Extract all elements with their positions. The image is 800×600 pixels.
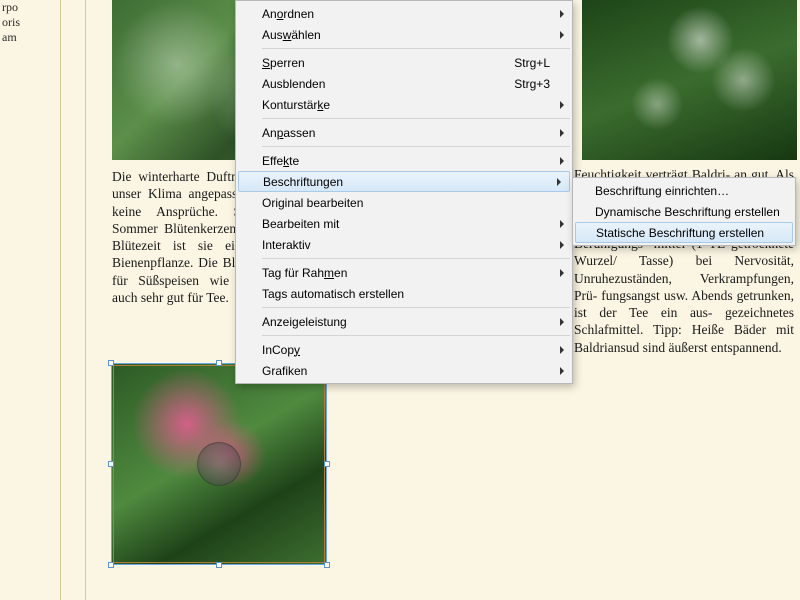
menu-label: Effekte [262,154,550,168]
margin-guide [85,0,86,600]
menu-item-bearbeiten-mit[interactable]: Bearbeiten mit [236,213,572,234]
menu-shortcut: Strg+3 [514,77,550,91]
menu-separator [262,307,570,308]
menu-label: Anzeigeleistung [262,315,550,329]
menu-item-auswaehlen[interactable]: Auswählen [236,24,572,45]
menu-item-incopy[interactable]: InCopy [236,339,572,360]
menu-item-sperren[interactable]: Sperren Strg+L [236,52,572,73]
menu-item-anzeigeleistung[interactable]: Anzeigeleistung [236,311,572,332]
menu-label: Bearbeiten mit [262,217,550,231]
menu-item-beschriftungen[interactable]: Beschriftungen [238,171,570,192]
menu-label: Interaktiv [262,238,550,252]
submenu-item-statisch[interactable]: Statische Beschriftung erstellen [575,222,793,243]
menu-separator [262,146,570,147]
submenu-arrow-icon [560,31,564,39]
resize-handle[interactable] [108,461,114,467]
menu-item-anordnen[interactable]: Anordnen [236,3,572,24]
menu-item-konturstaerke[interactable]: Konturstärke [236,94,572,115]
submenu-arrow-icon [560,241,564,249]
menu-label: Konturstärke [262,98,550,112]
submenu-arrow-icon [560,318,564,326]
submenu-arrow-icon [560,157,564,165]
menu-item-grafiken[interactable]: Grafiken [236,360,572,381]
menu-label: Sperren [262,56,514,70]
submenu-arrow-icon [560,10,564,18]
resize-handle[interactable] [324,461,330,467]
submenu-arrow-icon [560,269,564,277]
plant-image [582,0,797,160]
sidebar-text-fragment: rpoorisam [2,0,57,45]
resize-handle[interactable] [216,562,222,568]
resize-handle[interactable] [108,562,114,568]
submenu-item-einrichten[interactable]: Beschriftung einrichten… [573,180,795,201]
context-menu: Anordnen Auswählen Sperren Strg+L Ausble… [235,0,573,384]
content-grabber-icon[interactable] [197,442,241,486]
menu-separator [262,118,570,119]
submenu-arrow-icon [560,220,564,228]
image-frame-top-right[interactable] [582,0,797,160]
submenu-item-dynamisch[interactable]: Dynamische Beschriftung erstellen [573,201,795,222]
menu-label: Ausblenden [262,77,514,91]
menu-item-ausblenden[interactable]: Ausblenden Strg+3 [236,73,572,94]
submenu-arrow-icon [557,178,561,186]
menu-separator [262,335,570,336]
menu-label: InCopy [262,343,550,357]
menu-item-original-bearbeiten[interactable]: Original bearbeiten [236,192,572,213]
submenu-arrow-icon [560,129,564,137]
menu-item-tags-auto[interactable]: Tags automatisch erstellen [236,283,572,304]
resize-handle[interactable] [324,562,330,568]
menu-separator [262,48,570,49]
menu-item-effekte[interactable]: Effekte [236,150,572,171]
menu-label: Dynamische Beschriftung erstellen [595,205,780,219]
menu-item-tag-fuer-rahmen[interactable]: Tag für Rahmen [236,262,572,283]
menu-label: Tags automatisch erstellen [262,287,550,301]
menu-label: Anpassen [262,126,550,140]
menu-label: Original bearbeiten [262,196,550,210]
margin-guide [60,0,61,600]
resize-handle[interactable] [216,360,222,366]
menu-label: Auswählen [262,28,550,42]
menu-label: Beschriftung einrichten… [595,184,729,198]
menu-item-anpassen[interactable]: Anpassen [236,122,572,143]
submenu-beschriftungen: Beschriftung einrichten… Dynamische Besc… [572,177,796,246]
submenu-arrow-icon [560,367,564,375]
menu-label: Grafiken [262,364,550,378]
submenu-arrow-icon [560,346,564,354]
menu-item-interaktiv[interactable]: Interaktiv [236,234,572,255]
menu-label: Anordnen [262,7,550,21]
menu-label: Beschriftungen [263,175,549,189]
menu-label: Tag für Rahmen [262,266,550,280]
menu-shortcut: Strg+L [514,56,550,70]
menu-label: Statische Beschriftung erstellen [596,226,764,240]
resize-handle[interactable] [108,360,114,366]
image-frame-selected[interactable] [112,364,326,564]
menu-separator [262,258,570,259]
submenu-arrow-icon [560,101,564,109]
